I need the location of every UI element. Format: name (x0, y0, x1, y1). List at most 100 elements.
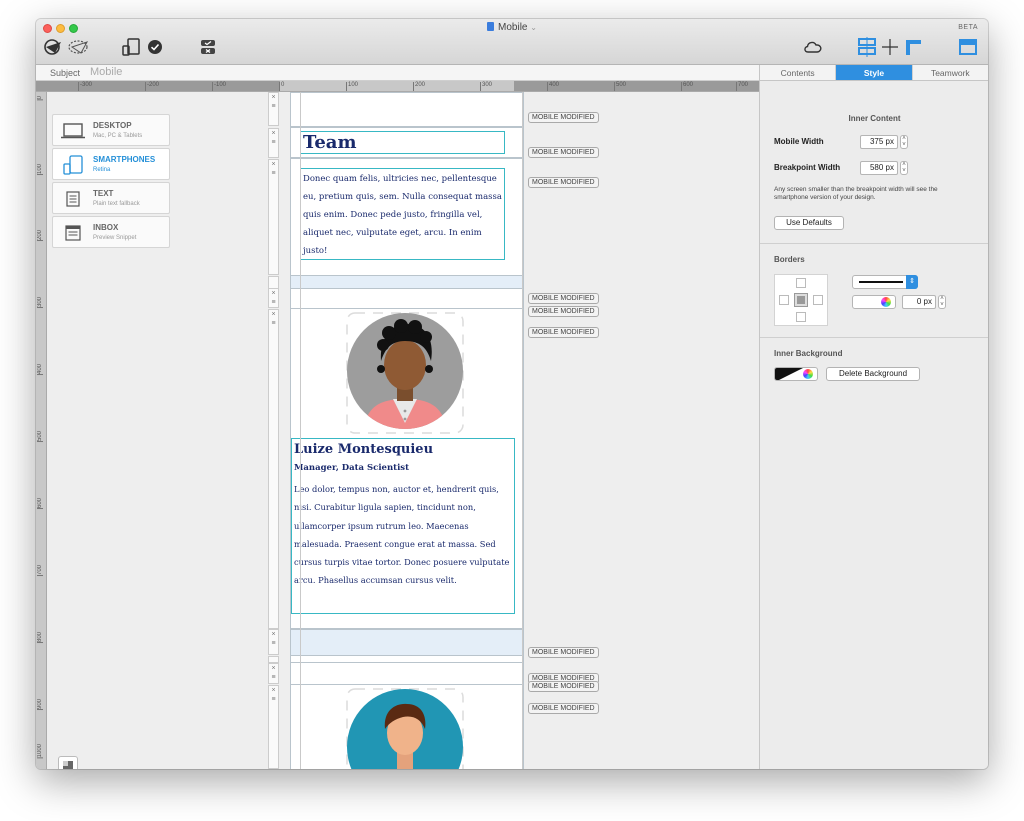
preview-icon[interactable] (66, 36, 90, 58)
mobile-modified-tag[interactable]: MOBILE MODIFIED (528, 703, 599, 714)
ruler-tick: 0 (279, 82, 284, 91)
block-handle[interactable]: × ≡ (268, 92, 279, 126)
mobile-width-field[interactable]: 375 px (860, 135, 898, 149)
border-width-stepper[interactable]: ˄ ˅ (938, 295, 946, 309)
tab-contents[interactable]: Contents (760, 65, 837, 80)
team-heading[interactable]: Team (300, 131, 505, 154)
toolbar: Mobile ⌄ BETA (36, 19, 988, 65)
device-selector: DESKTOP Mac, PC & Tablets SMARTPHONES Re… (52, 114, 170, 250)
intro-block[interactable]: Donec quam felis, ultricies nec, pellent… (290, 158, 524, 276)
border-left-toggle[interactable] (779, 295, 789, 305)
person-block[interactable] (290, 684, 524, 769)
spacer-block[interactable] (290, 92, 524, 127)
cloud-icon[interactable] (802, 36, 824, 58)
person-name[interactable]: Luize Montesquieu (294, 441, 512, 459)
email-column: Team Donec quam felis, ultricies nec, pe… (290, 92, 524, 769)
breakpoint-width-field[interactable]: 580 px (860, 161, 898, 175)
move-icon[interactable] (879, 36, 901, 58)
device-text[interactable]: TEXT Plain text fallback (52, 182, 170, 214)
block-handle[interactable]: × ≡ (268, 663, 279, 684)
ruler-tick: 1000 (37, 744, 43, 759)
app-window: Mobile ⌄ BETA Subject Mobile -300 -200 -… (36, 19, 988, 769)
inspector-tabs: Contents Style Teamwork (760, 65, 988, 81)
block-handles: × ≡ × ≡ × ≡ × ≡ × ≡ × ≡ × ≡ × ≡ (268, 92, 279, 769)
breakpoint-width-label: Breakpoint Width (774, 163, 841, 172)
ruler-tick: 600 (37, 498, 43, 510)
mobile-width-stepper[interactable]: ˄ ˅ (900, 135, 908, 149)
border-right-toggle[interactable] (813, 295, 823, 305)
horizontal-ruler: -300 -200 -100 0 100 200 300 400 500 600… (36, 81, 759, 92)
sidebar-toggle-icon[interactable] (957, 36, 979, 58)
ruler-tick: -300 (78, 82, 92, 91)
check-icon[interactable] (146, 36, 164, 58)
content-guide (300, 92, 301, 769)
mobile-modified-tag[interactable]: MOBILE MODIFIED (528, 681, 599, 692)
tab-style[interactable]: Style (836, 65, 913, 80)
intro-paragraph[interactable]: Donec quam felis, ultricies nec, pellent… (300, 168, 505, 260)
device-inbox[interactable]: INBOX Preview Snippet (52, 216, 170, 248)
ruler-tick: 700 (736, 82, 748, 91)
subject-input[interactable]: Mobile (90, 66, 122, 78)
inner-content-title: Inner Content (848, 114, 901, 123)
ruler-tick: 500 (614, 82, 626, 91)
laptop-icon (61, 121, 85, 141)
device-smartphones[interactable]: SMARTPHONES Retina (52, 148, 170, 180)
device-label: SMARTPHONES (93, 155, 156, 164)
device-label: DESKTOP (93, 121, 132, 130)
person-text[interactable]: Luize Montesquieu Manager, Data Scientis… (291, 438, 515, 614)
avatar-woman-icon[interactable] (345, 311, 465, 435)
title-block[interactable]: Team (290, 127, 524, 158)
devices-icon[interactable] (120, 36, 142, 58)
block-handle[interactable]: × ≡ (268, 629, 279, 655)
tab-teamwork[interactable]: Teamwork (912, 65, 988, 80)
block-handle[interactable]: × ≡ (268, 128, 279, 158)
mobile-modified-tag[interactable]: MOBILE MODIFIED (528, 306, 599, 317)
rulers-icon[interactable] (902, 36, 924, 58)
spacer-block[interactable] (290, 288, 524, 309)
block-handle[interactable]: × ≡ (268, 159, 279, 275)
mobile-modified-tag[interactable]: MOBILE MODIFIED (528, 147, 599, 158)
use-defaults-button[interactable]: Use Defaults (774, 216, 844, 230)
background-color-well[interactable] (774, 367, 818, 381)
mobile-modified-tag[interactable]: MOBILE MODIFIED (528, 647, 599, 658)
delete-background-button[interactable]: Delete Background (826, 367, 920, 381)
device-sublabel: Plain text fallback (93, 201, 140, 207)
ruler-tick: 800 (37, 632, 43, 644)
border-side-picker[interactable] (774, 274, 828, 326)
border-width-field[interactable]: 0 px (902, 295, 936, 309)
block-handle[interactable]: × ≡ (268, 309, 279, 629)
border-bottom-toggle[interactable] (796, 312, 806, 322)
ruler-tick: -200 (145, 82, 159, 91)
window-title[interactable]: Mobile ⌄ (36, 22, 988, 33)
avatar-man-icon[interactable] (345, 687, 465, 769)
text-document-icon (61, 189, 85, 209)
block-handle[interactable]: × ≡ (268, 288, 279, 308)
mobile-modified-tag[interactable]: MOBILE MODIFIED (528, 177, 599, 188)
mobile-modified-tag[interactable]: MOBILE MODIFIED (528, 327, 599, 338)
mobile-modified-tag[interactable]: MOBILE MODIFIED (528, 293, 599, 304)
canvas-corner-button[interactable] (58, 756, 78, 769)
borders-title: Borders (774, 255, 805, 264)
person-bio[interactable]: Leo dolor, tempus non, auctor et, hendre… (294, 480, 512, 590)
border-color-well[interactable] (852, 295, 896, 309)
spacer-block[interactable] (290, 629, 524, 656)
block-handle[interactable] (268, 656, 279, 663)
block-handle[interactable]: × ≡ (268, 685, 279, 769)
spacer-block[interactable] (290, 662, 524, 685)
spacer-block[interactable] (290, 275, 524, 289)
ruler-tick: 300 (480, 82, 492, 91)
border-style-select[interactable]: ⇕ (852, 275, 918, 289)
send-test-icon[interactable] (42, 36, 64, 58)
breakpoint-width-stepper[interactable]: ˄ ˅ (900, 161, 908, 175)
border-all-toggle[interactable] (794, 293, 808, 307)
ruler-tick: -100 (212, 82, 226, 91)
device-desktop[interactable]: DESKTOP Mac, PC & Tablets (52, 114, 170, 146)
design-canvas[interactable]: DESKTOP Mac, PC & Tablets SMARTPHONES Re… (47, 92, 759, 769)
border-top-toggle[interactable] (796, 278, 806, 288)
ruler-tick: 400 (547, 82, 559, 91)
mobile-modified-tag[interactable]: MOBILE MODIFIED (528, 112, 599, 123)
person-role[interactable]: Manager, Data Scientist (294, 461, 512, 475)
person-block[interactable]: Luize Montesquieu Manager, Data Scientis… (290, 308, 524, 629)
layout-icon[interactable] (856, 36, 878, 58)
spam-test-icon[interactable] (197, 36, 219, 58)
